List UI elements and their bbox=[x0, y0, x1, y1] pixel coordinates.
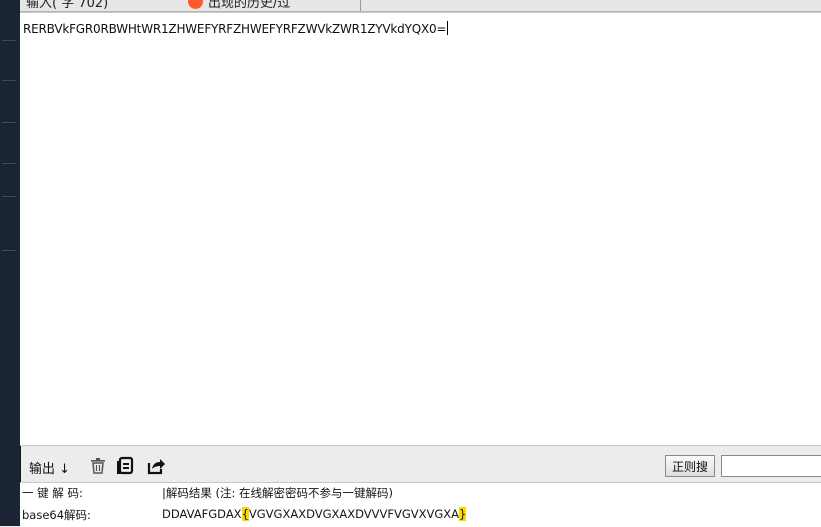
regex-search-button[interactable]: 正则搜 bbox=[665, 455, 715, 477]
output-area[interactable]: 一 键 解 码: |解码结果 (注: 在线解密密码不参与一键解码) base64… bbox=[20, 482, 821, 527]
input-text: RERBVkFGR0RBWHtWR1ZHWEFYRFZHWEFYRFZWVkZW… bbox=[23, 21, 449, 36]
tab-history[interactable]: 出现的历史/过 bbox=[208, 0, 290, 11]
background-window-strip bbox=[0, 0, 21, 526]
regex-search-input[interactable] bbox=[721, 455, 821, 477]
copy-icon[interactable] bbox=[115, 456, 135, 476]
text-caret bbox=[447, 21, 449, 35]
history-tab-icon bbox=[188, 0, 203, 9]
output-label: 输出 ↓ bbox=[29, 462, 71, 477]
row-label: 一 键 解 码: bbox=[22, 486, 83, 500]
arrow-down-icon: ↓ bbox=[59, 462, 71, 477]
row-label: base64解码: bbox=[22, 508, 91, 522]
output-toolbar: 输出 ↓ 正则搜 bbox=[20, 452, 821, 480]
row-value: |解码结果 (注: 在线解密密码不参与一键解码) bbox=[162, 486, 394, 500]
top-tab-bar: 输入( 字 702) 出现的历史/过 bbox=[20, 0, 821, 12]
highlight-open-brace: { bbox=[241, 507, 249, 521]
input-value: RERBVkFGR0RBWHtWR1ZHWEFYRFZHWEFYRFZWVkZW… bbox=[23, 22, 447, 36]
tab-input[interactable]: 输入( 字 702) bbox=[26, 0, 108, 11]
share-icon[interactable] bbox=[146, 456, 166, 476]
row-value[interactable]: DDAVAFGDAX{VGVGXAXDVGXAXDVVVFVGVXVGXA} bbox=[162, 507, 467, 521]
tab-divider bbox=[360, 0, 361, 11]
trash-icon[interactable] bbox=[88, 456, 108, 476]
input-textarea[interactable]: RERBVkFGR0RBWHtWR1ZHWEFYRFZHWEFYRFZWVkZW… bbox=[20, 12, 821, 446]
highlight-close-brace: } bbox=[459, 507, 467, 521]
